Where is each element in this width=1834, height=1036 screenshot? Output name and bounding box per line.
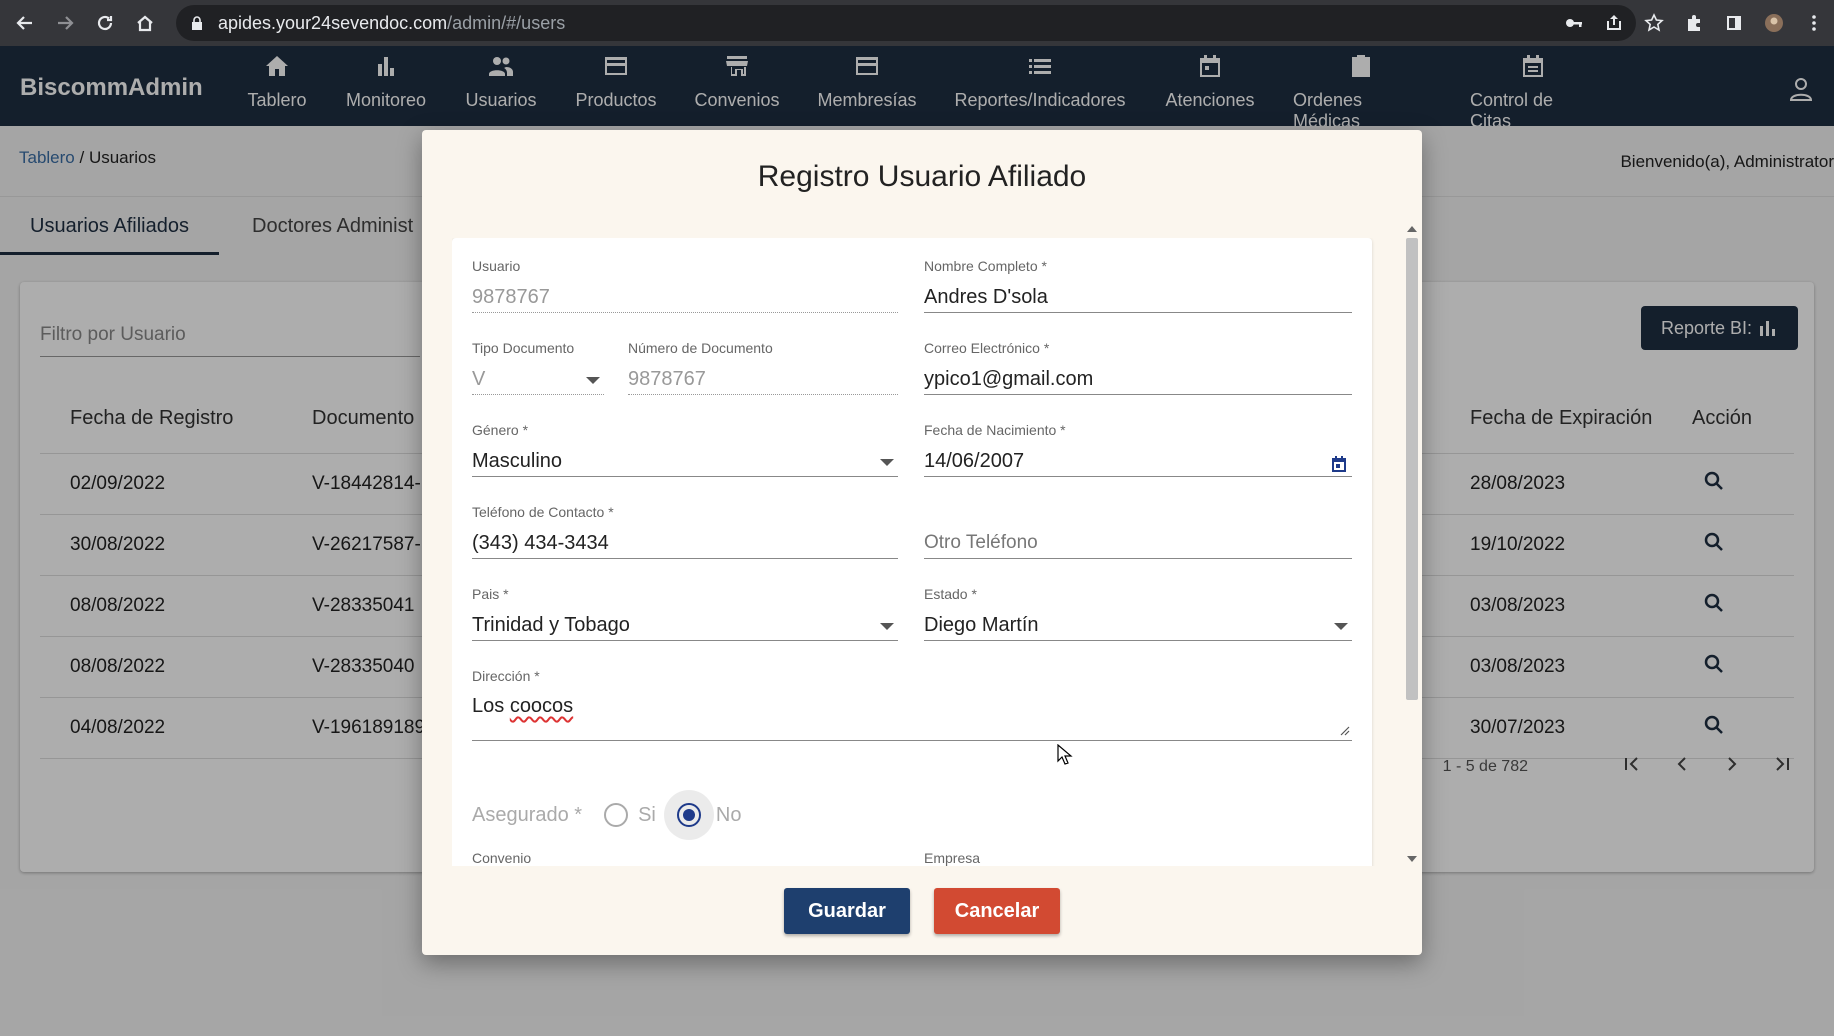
telefono-input[interactable]: (343) 434-3434 — [472, 527, 898, 559]
pais-select[interactable]: Trinidad y Tobago — [472, 609, 898, 641]
bookmark-star-icon[interactable] — [1634, 13, 1674, 33]
convenio-label: Convenio — [472, 850, 532, 866]
genero-label: Género * — [472, 422, 529, 438]
genero-value: Masculino — [472, 450, 563, 472]
nacimiento-input[interactable]: 14/06/2007 — [924, 445, 1352, 477]
numero-documento-label: Número de Documento — [628, 340, 773, 356]
chevron-down-icon — [880, 623, 894, 630]
tipo-documento-select: V — [472, 363, 604, 395]
direccion-field[interactable]: Dirección * Los coocos — [472, 668, 1352, 741]
extensions-icon[interactable] — [1674, 13, 1714, 33]
asegurado-si-label: Si — [638, 803, 656, 826]
save-button[interactable]: Guardar — [784, 888, 910, 934]
chevron-down-icon — [1334, 623, 1348, 630]
nombre-field[interactable]: Nombre Completo * Andres D'sola — [924, 258, 1352, 313]
genero-field[interactable]: Género * Masculino — [472, 422, 898, 477]
asegurado-label: Asegurado * — [472, 803, 583, 826]
direccion-text: Los — [472, 695, 510, 717]
telefono-field[interactable]: Teléfono de Contacto * (343) 434-3434 — [472, 504, 898, 559]
home-icon[interactable] — [130, 8, 160, 38]
resize-handle-icon[interactable] — [1340, 726, 1350, 736]
calendar-icon[interactable] — [1330, 451, 1348, 483]
pais-value: Trinidad y Tobago — [472, 614, 630, 636]
numero-documento-field: Número de Documento 9878767 — [628, 340, 898, 395]
register-user-dialog: Registro Usuario Afiliado Usuario 987876… — [422, 130, 1422, 955]
dialog-scroll-area[interactable]: Usuario 9878767 Nombre Completo * Andres… — [452, 238, 1394, 866]
asegurado-si-radio[interactable]: Si — [604, 803, 656, 827]
estado-field[interactable]: Estado * Diego Martín — [924, 586, 1352, 641]
browser-menu-icon[interactable] — [1794, 13, 1834, 33]
usuario-input: 9878767 — [472, 281, 898, 313]
tipo-documento-field: Tipo Documento V — [472, 340, 604, 395]
nacimiento-field[interactable]: Fecha de Nacimiento * 14/06/2007 — [924, 422, 1352, 477]
back-icon[interactable] — [10, 8, 40, 38]
radio-focus-halo — [663, 790, 714, 840]
scroll-down-icon[interactable] — [1407, 856, 1417, 862]
asegurado-no-radio[interactable]: No — [663, 790, 742, 840]
radio-unchecked-icon — [604, 803, 629, 827]
dialog-title: Registro Usuario Afiliado — [757, 160, 1087, 193]
reload-icon[interactable] — [90, 8, 120, 38]
correo-label: Correo Electrónico * — [924, 340, 1050, 356]
usuario-label: Usuario — [472, 258, 521, 274]
address-bar[interactable]: apides.your24sevendoc.com/admin/#/users — [176, 5, 1636, 41]
otro-telefono-input[interactable]: Otro Teléfono — [924, 527, 1352, 559]
otro-telefono-field[interactable]: Otro Teléfono — [924, 527, 1352, 559]
key-icon[interactable] — [1554, 13, 1594, 33]
correo-input[interactable]: ypico1@gmail.com — [924, 363, 1352, 395]
forward-icon[interactable] — [50, 8, 80, 38]
estado-select[interactable]: Diego Martín — [924, 609, 1352, 641]
numero-documento-input: 9878767 — [628, 363, 898, 395]
share-icon[interactable] — [1594, 13, 1634, 33]
nacimiento-label: Fecha de Nacimiento * — [924, 422, 1066, 438]
empresa-label: Empresa — [924, 850, 981, 866]
chevron-down-icon — [880, 459, 894, 466]
direccion-textarea[interactable]: Los coocos — [472, 691, 1352, 741]
direccion-misspelled-word: coocos — [509, 695, 574, 717]
pais-field[interactable]: Pais * Trinidad y Tobago — [472, 586, 898, 641]
lock-icon — [192, 16, 202, 30]
tipo-documento-label: Tipo Documento — [472, 340, 575, 356]
estado-value: Diego Martín — [924, 614, 1039, 636]
tipo-documento-value: V — [472, 368, 486, 390]
scroll-up-icon[interactable] — [1407, 226, 1417, 232]
dialog-scrollbar[interactable] — [1404, 224, 1420, 864]
estado-label: Estado * — [924, 586, 977, 602]
profile-avatar-icon[interactable] — [1754, 13, 1794, 33]
asegurado-radio-group: Asegurado * Si No — [472, 790, 741, 840]
genero-select[interactable]: Masculino — [472, 445, 898, 477]
nombre-label: Nombre Completo * — [924, 258, 1047, 274]
scrollbar-thumb[interactable] — [1406, 238, 1418, 700]
browser-toolbar: apides.your24sevendoc.com/admin/#/users — [0, 0, 1834, 46]
asegurado-no-label: No — [715, 803, 742, 826]
nacimiento-value: 14/06/2007 — [924, 450, 1025, 472]
pais-label: Pais * — [472, 586, 509, 602]
radio-checked-icon — [676, 803, 701, 827]
url-host: apides.your24sevendoc.com — [218, 12, 448, 33]
convenio-field[interactable]: Convenio — [472, 850, 898, 866]
url-path: /admin/#/users — [447, 12, 566, 33]
nombre-input[interactable]: Andres D'sola — [924, 281, 1352, 313]
sidepanel-icon[interactable] — [1714, 13, 1754, 33]
usuario-field: Usuario 9878767 — [472, 258, 898, 313]
mouse-cursor-icon — [1057, 744, 1073, 765]
correo-field[interactable]: Correo Electrónico * ypico1@gmail.com — [924, 340, 1352, 395]
telefono-label: Teléfono de Contacto * — [472, 504, 614, 520]
user-form: Usuario 9878767 Nombre Completo * Andres… — [452, 238, 1372, 866]
cancel-button[interactable]: Cancelar — [934, 888, 1060, 934]
chevron-down-icon — [586, 377, 600, 384]
direccion-label: Dirección * — [472, 668, 540, 684]
empresa-field[interactable]: Empresa — [924, 850, 1352, 866]
